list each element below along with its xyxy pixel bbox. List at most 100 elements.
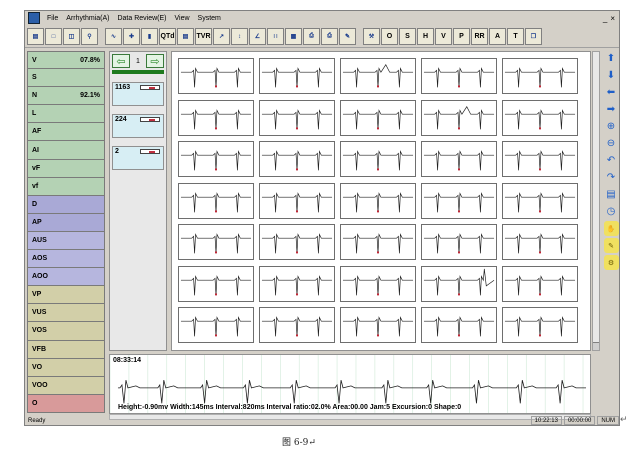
beat-snippet[interactable] [502, 182, 578, 219]
beat-snippet[interactable] [421, 141, 497, 177]
beat-class-item[interactable]: N 92.1% [27, 87, 105, 106]
mark-tool-button[interactable]: ✎ [603, 238, 619, 253]
scatter-button[interactable]: ∷ [267, 28, 284, 45]
report-button[interactable]: ✎ [339, 28, 356, 45]
menu-data-review[interactable]: Data Review(E) [113, 15, 170, 22]
beat-a-button[interactable]: A [489, 28, 506, 45]
hrv-button[interactable]: ▤ [177, 28, 194, 45]
scroll-up-button[interactable]: ⬆ [604, 51, 619, 66]
template-card[interactable]: 1163 [112, 82, 164, 106]
beat-snippet[interactable] [178, 182, 254, 219]
beat-snippet[interactable] [340, 307, 416, 343]
beat-snippet[interactable] [502, 58, 578, 94]
new-file-button[interactable]: □ [45, 28, 62, 45]
beat-snippet[interactable] [502, 99, 578, 136]
beat-snippet[interactable] [178, 58, 254, 94]
beat-snippet[interactable] [340, 182, 416, 219]
beat-class-item[interactable]: L [27, 105, 105, 124]
beat-s-button[interactable]: S [399, 28, 416, 45]
clock-button[interactable]: ◷ [604, 204, 619, 219]
beat-class-item[interactable]: O [27, 394, 105, 413]
beat-h-button[interactable]: H [417, 28, 434, 45]
beat-snippet[interactable] [502, 224, 578, 260]
wave-view-button[interactable]: ∿ [105, 28, 122, 45]
tvr-button[interactable]: TVR [195, 28, 212, 45]
st-trend-button[interactable]: ↗ [213, 28, 230, 45]
beat-snippet[interactable] [502, 265, 578, 302]
menu-file[interactable]: File [43, 15, 62, 22]
redo-button[interactable]: ↷ [604, 170, 619, 185]
scrollbar-down-arrow[interactable] [593, 342, 599, 350]
zoom-button[interactable]: ⚲ [81, 28, 98, 45]
beat-snippet[interactable] [340, 224, 416, 260]
settings-tool-button[interactable]: ⚙ [603, 255, 619, 270]
close-button[interactable]: × [610, 14, 615, 23]
beat-class-item[interactable]: AI [27, 141, 105, 160]
hand-tool-button[interactable]: ✋ [603, 221, 619, 236]
template-card[interactable]: 224 [112, 114, 164, 138]
next-template-button[interactable]: ⇨ [146, 54, 164, 68]
tools-button[interactable]: ⚒ [363, 28, 380, 45]
angle-button[interactable]: ∠ [249, 28, 266, 45]
beat-snippet[interactable] [259, 58, 335, 94]
beat-class-item[interactable]: AOO [27, 268, 105, 287]
print-preview-button[interactable]: ⎙ [303, 28, 320, 45]
beat-snippet[interactable] [259, 224, 335, 260]
menu-arrhythmia[interactable]: Arrhythmia(A) [62, 15, 113, 22]
beat-snippet[interactable] [421, 58, 497, 94]
beat-snippet[interactable] [178, 265, 254, 302]
beat-snippet[interactable] [340, 265, 416, 302]
beat-snippet[interactable] [421, 182, 497, 219]
beat-snippet[interactable] [340, 99, 416, 136]
beat-class-item[interactable]: vF [27, 159, 105, 178]
beat-class-item[interactable]: VO [27, 358, 105, 377]
beat-class-item[interactable]: AOS [27, 250, 105, 269]
minimize-button[interactable]: _ [603, 14, 607, 23]
histogram-button[interactable]: ▮ [141, 28, 158, 45]
beat-snippet[interactable] [340, 58, 416, 94]
zoom-out-button[interactable]: ⊖ [604, 136, 619, 151]
beat-class-item[interactable]: vf [27, 177, 105, 196]
beat-t-button[interactable]: T [507, 28, 524, 45]
menu-system[interactable]: System [194, 15, 225, 22]
beat-class-item[interactable]: AUS [27, 231, 105, 251]
beat-class-item[interactable]: S [27, 69, 105, 88]
beat-class-item[interactable]: AP [27, 213, 105, 232]
beat-class-item[interactable]: VUS [27, 304, 105, 323]
print-button[interactable]: ⎙ [321, 28, 338, 45]
beat-class-item[interactable]: VP [27, 286, 105, 305]
beat-grid-scrollbar[interactable] [592, 51, 600, 351]
beat-snippet[interactable] [259, 99, 335, 136]
scroll-down-button[interactable]: ⬇ [604, 68, 619, 83]
beat-snippet[interactable] [178, 224, 254, 260]
beat-class-item[interactable]: V 07.8% [27, 51, 105, 70]
beat-class-item[interactable]: D [27, 195, 105, 214]
template-card[interactable]: 2 [112, 146, 164, 170]
copy-button[interactable]: ❐ [525, 28, 542, 45]
zoom-in-button[interactable]: ⊕ [604, 119, 619, 134]
beat-o-button[interactable]: O [381, 28, 398, 45]
beat-class-item[interactable]: VOS [27, 322, 105, 341]
layout-button[interactable]: ▤ [604, 187, 619, 202]
open-record-button[interactable]: ▤ [27, 28, 44, 45]
beat-snippet[interactable] [259, 182, 335, 219]
menu-view[interactable]: View [170, 15, 193, 22]
beat-class-item[interactable]: VOO [27, 376, 105, 395]
beat-snippet[interactable] [502, 141, 578, 177]
beat-class-item[interactable]: AF [27, 123, 105, 142]
page-forward-button[interactable]: ➡ [604, 102, 619, 117]
beat-snippet[interactable] [421, 99, 497, 136]
beat-snippet[interactable] [259, 141, 335, 177]
grid-button[interactable]: ▦ [285, 28, 302, 45]
prev-template-button[interactable]: ⇦ [112, 54, 130, 68]
beat-snippet[interactable] [178, 307, 254, 343]
beat-snippet[interactable] [259, 307, 335, 343]
open-folder-button[interactable]: ◫ [63, 28, 80, 45]
beat-snippet[interactable] [421, 265, 497, 302]
beat-snippet[interactable] [502, 307, 578, 343]
beat-snippet[interactable] [421, 224, 497, 260]
beat-snippet[interactable] [340, 141, 416, 177]
beat-v-button[interactable]: V [435, 28, 452, 45]
qtd-button[interactable]: QTd [159, 28, 176, 45]
beat-snippet[interactable] [178, 99, 254, 136]
